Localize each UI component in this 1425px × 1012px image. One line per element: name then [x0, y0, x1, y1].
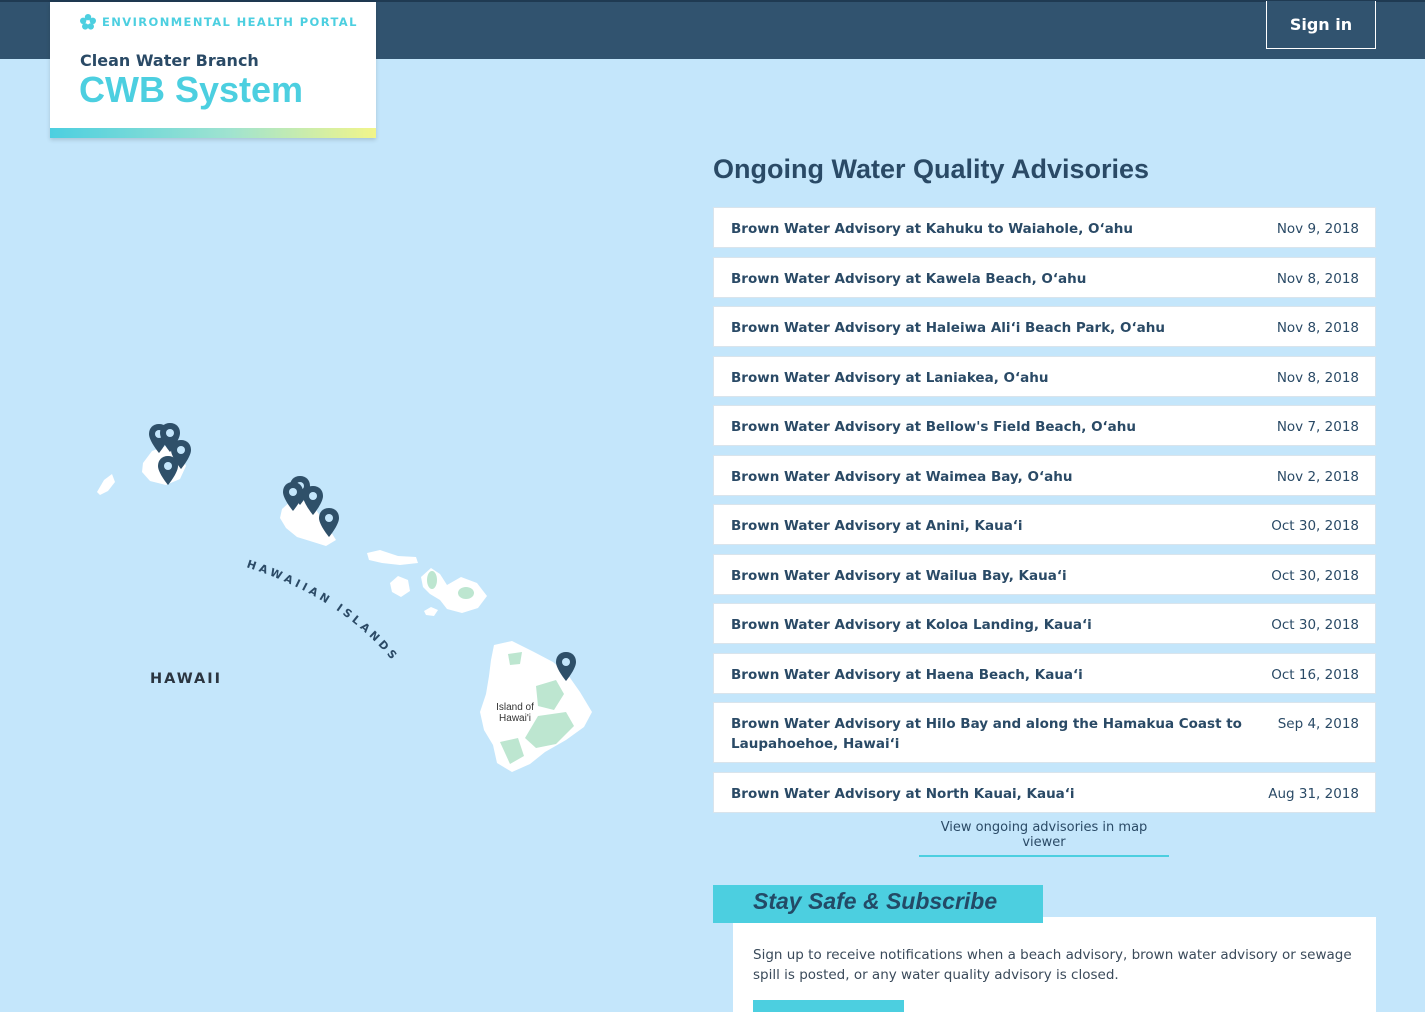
advisory-date: Oct 30, 2018: [1271, 617, 1359, 633]
advisory-item[interactable]: Brown Water Advisory at Koloa Landing, K…: [713, 603, 1376, 644]
advisory-title: Brown Water Advisory at Kawela Beach, O‘…: [731, 270, 1087, 287]
subscribe-heading: Stay Safe & Subscribe: [713, 885, 1043, 923]
advisory-list: Brown Water Advisory at Kahuku to Waiaho…: [713, 207, 1376, 821]
advisory-title: Brown Water Advisory at Laniakea, O‘ahu: [731, 369, 1049, 386]
advisories-heading: Ongoing Water Quality Advisories: [713, 154, 1150, 184]
view-map-viewer-link[interactable]: View ongoing advisories in map viewer: [919, 820, 1169, 857]
advisory-item[interactable]: Brown Water Advisory at Haleiwa Ali‘i Be…: [713, 306, 1376, 347]
advisory-title: Brown Water Advisory at Bellow's Field B…: [731, 419, 1137, 435]
island-lanai: [390, 576, 410, 597]
advisory-title: Brown Water Advisory at Koloa Landing, K…: [731, 617, 1092, 633]
island-label-line1: Island of: [496, 702, 534, 713]
advisory-title: Brown Water Advisory at Haena Beach, Kau…: [731, 666, 1083, 683]
advisory-item[interactable]: Brown Water Advisory at Waimea Bay, O‘ah…: [713, 454, 1376, 496]
hawaii-state-label: HAWAII: [150, 671, 222, 687]
advisory-title: Brown Water Advisory at Waimea Bay, O‘ah…: [731, 468, 1073, 485]
advisory-title: Brown Water Advisory at Anini, Kaua‘i: [731, 518, 1023, 534]
advisory-date: Oct 30, 2018: [1271, 518, 1359, 534]
subscribe-button[interactable]: [753, 1000, 904, 1012]
advisory-date: Oct 30, 2018: [1271, 567, 1359, 584]
advisory-item[interactable]: Brown Water Advisory at Wailua Bay, Kaua…: [713, 553, 1376, 595]
island-molokai: [367, 550, 418, 565]
advisory-item[interactable]: Brown Water Advisory at Hilo Bay and alo…: [713, 702, 1376, 763]
subscribe-description: Sign up to receive notifications when a …: [753, 947, 1352, 983]
advisory-date: Nov 8, 2018: [1276, 369, 1359, 386]
advisory-item[interactable]: Brown Water Advisory at Kawela Beach, O‘…: [713, 256, 1376, 298]
portal-label: ENVIRONMENTAL HEALTH PORTAL: [80, 14, 358, 30]
advisory-date: Sep 4, 2018: [1277, 716, 1359, 732]
island-kahoolawe: [424, 607, 438, 616]
island-niihau: [97, 474, 115, 495]
advisory-date: Nov 7, 2018: [1276, 419, 1359, 435]
hawaii-map[interactable]: Island of Hawai'i HAWAII HAWAIIAN ISLAND…: [0, 59, 700, 1012]
advisory-item[interactable]: Brown Water Advisory at Kahuku to Waiaho…: [713, 207, 1376, 248]
hibiscus-icon: [80, 14, 96, 30]
hawaiian-islands-label-text: HAWAIIAN ISLANDS: [245, 557, 398, 664]
island-label-line2: Hawai'i: [499, 713, 531, 724]
advisory-item[interactable]: Brown Water Advisory at Anini, Kaua‘i Oct…: [713, 504, 1376, 545]
advisory-title: Brown Water Advisory at North Kauai, Kau…: [731, 785, 1075, 802]
portal-label-text: ENVIRONMENTAL HEALTH PORTAL: [102, 15, 358, 29]
advisory-item[interactable]: Brown Water Advisory at Bellow's Field B…: [713, 405, 1376, 446]
advisory-date: Oct 16, 2018: [1271, 666, 1359, 683]
advisory-title: Brown Water Advisory at Haleiwa Ali‘i Be…: [731, 320, 1165, 336]
advisory-item[interactable]: Brown Water Advisory at North Kauai, Kau…: [713, 771, 1376, 813]
subscribe-card: Sign up to receive notifications when a …: [733, 917, 1376, 1012]
advisory-date: Nov 2, 2018: [1276, 468, 1359, 485]
advisory-title: Brown Water Advisory at Hilo Bay and alo…: [731, 716, 1242, 752]
hawaiian-islands-label: HAWAIIAN ISLANDS: [245, 557, 401, 664]
sign-in-button[interactable]: Sign in: [1266, 1, 1376, 49]
advisory-title: Brown Water Advisory at Kahuku to Waiaho…: [731, 221, 1133, 237]
advisory-date: Nov 8, 2018: [1276, 270, 1359, 287]
advisory-date: Nov 8, 2018: [1276, 320, 1359, 336]
advisory-date: Aug 31, 2018: [1268, 785, 1359, 802]
advisory-date: Nov 9, 2018: [1276, 221, 1359, 237]
advisory-item[interactable]: Brown Water Advisory at Laniakea, O‘ahu N…: [713, 355, 1376, 397]
advisory-title: Brown Water Advisory at Wailua Bay, Kaua…: [731, 567, 1067, 584]
advisory-item[interactable]: Brown Water Advisory at Haena Beach, Kau…: [713, 652, 1376, 694]
